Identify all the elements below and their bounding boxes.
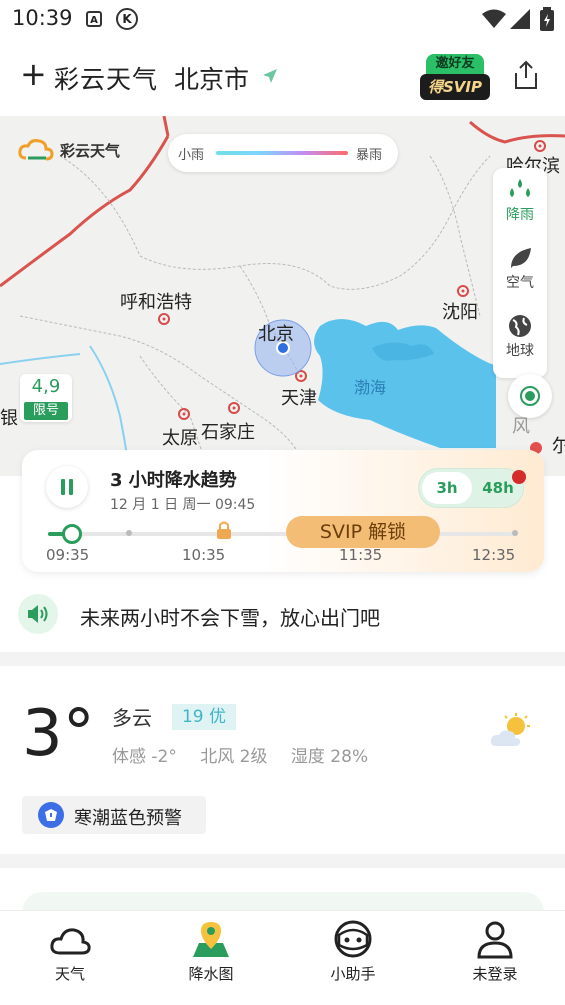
map-label-right-edge: 尔	[552, 436, 565, 457]
range-3h-button[interactable]: 3h	[422, 472, 472, 504]
partly-cloudy-icon	[490, 713, 530, 746]
map-label-shijiazhuang: 石家庄	[201, 422, 255, 443]
layer-air-label: 空气	[506, 275, 534, 291]
wifi-icon	[482, 9, 506, 28]
legend-max-label: 暴雨	[356, 148, 383, 163]
globe-icon	[509, 315, 531, 337]
plate-numbers: 4,9	[31, 376, 61, 397]
signal-icon	[510, 9, 530, 29]
range-toggle: 3h 48h	[418, 468, 524, 508]
tab-weather-label: 天气	[54, 965, 85, 983]
layer-globe-label: 地球	[506, 343, 534, 359]
map-label-bohai: 渤海	[354, 378, 387, 397]
precip-trend-card: 3 小时降水趋势 12 月 1 日 周一 09:45 3h 48h SVIP 解…	[22, 450, 544, 572]
forecast-alert-row[interactable]: 未来两小时不会下雪，放心出门吧	[0, 588, 565, 640]
bottom-tab-bar: 天气 降水图 小助手 未登录	[0, 910, 565, 1005]
precip-legend: 小雨 暴雨	[168, 134, 398, 172]
share-icon[interactable]	[512, 60, 540, 90]
warning-shield-icon	[38, 802, 64, 828]
timeline-tick	[126, 530, 132, 536]
warning-text: 寒潮蓝色预警	[74, 808, 182, 829]
user-icon	[477, 921, 513, 959]
cloud-icon	[50, 928, 91, 955]
tab-login-label: 未登录	[472, 965, 518, 983]
tab-assistant-label: 小助手	[330, 965, 376, 983]
time-label-1: 10:35	[182, 546, 226, 564]
pause-bar-right	[69, 479, 73, 495]
notification-dot	[512, 470, 526, 484]
layer-air[interactable]: 空气	[493, 246, 547, 292]
battery-icon	[540, 7, 554, 31]
speaker-icon-wrap[interactable]	[18, 594, 58, 634]
current-condition: 多云	[112, 706, 152, 730]
notification-k-icon: K	[116, 8, 138, 30]
current-temperature: 3°	[22, 697, 95, 771]
map-label-tianjin: 天津	[281, 388, 317, 409]
map-label-shenyang: 沈阳	[442, 302, 478, 323]
time-label-2: 11:35	[339, 546, 383, 564]
add-city-button[interactable]: +	[20, 58, 47, 90]
tab-precip-map-label: 降水图	[188, 965, 234, 983]
map-label-beijing: 北京	[258, 324, 294, 345]
map-label-yin: 银	[0, 408, 18, 429]
timeline-tick	[512, 530, 518, 536]
app-title: 彩云天气	[54, 65, 159, 94]
notification-a-icon: A	[86, 11, 102, 27]
timeline-knob[interactable]	[62, 524, 82, 544]
time-label-3: 12:35	[472, 546, 516, 564]
location-arrow-icon	[263, 69, 277, 83]
invite-friends-label: 邀好友	[426, 54, 484, 74]
plate-tag: 限号	[24, 402, 68, 420]
layer-rain[interactable]: 降雨	[493, 178, 547, 224]
legend-min-label: 小雨	[178, 148, 205, 163]
city-name[interactable]: 北京市	[174, 60, 249, 96]
invite-svip-button[interactable]: 邀好友 得SVIP	[420, 54, 490, 100]
assistant-icon	[334, 920, 372, 958]
map-pin-icon	[193, 922, 229, 957]
section-divider	[0, 652, 565, 666]
cold-wave-warning[interactable]: 寒潮蓝色预警	[22, 796, 206, 834]
svip-unlock-button[interactable]: SVIP 解锁	[286, 516, 440, 548]
precipitation-map[interactable]: 彩云天气 小雨 暴雨 哈尔滨 呼和浩特 沈阳 北京 天津 渤海 太原 石家庄 银…	[0, 116, 565, 476]
leaf-icon	[511, 248, 531, 268]
lock-icon	[217, 521, 231, 539]
alert-text: 未来两小时不会下雪，放心出门吧	[80, 606, 380, 630]
time-label-0: 09:35	[46, 546, 90, 564]
feels-like: 体感 -2°	[112, 747, 177, 767]
pause-bar-left	[61, 479, 65, 495]
target-icon	[520, 386, 540, 406]
caiyun-logo-icon	[18, 139, 54, 161]
pause-button[interactable]	[46, 466, 88, 508]
map-label-hohhot: 呼和浩特	[120, 292, 192, 313]
rain-drops-icon	[510, 179, 530, 197]
humidity: 湿度 28%	[290, 747, 369, 767]
speaker-icon	[28, 605, 48, 623]
tab-precip-map[interactable]: 降水图	[161, 919, 261, 984]
wind: 北风 2级	[200, 747, 268, 767]
status-bar: 10:39 A K	[0, 0, 565, 40]
plate-restriction-badge[interactable]: 4,9 限号	[20, 374, 72, 422]
map-layer-switcher: 降雨 空气 地球	[493, 168, 547, 378]
legend-gradient-bar	[216, 151, 348, 155]
app-header: + 彩云天气 北京市 邀好友 得SVIP	[0, 40, 565, 116]
precip-card-date: 12 月 1 日 周一 09:45	[110, 497, 256, 513]
status-time: 10:39	[12, 6, 73, 30]
tab-login[interactable]: 未登录	[445, 919, 545, 984]
map-label-taiyuan: 太原	[162, 428, 198, 449]
locate-button[interactable]	[508, 374, 552, 418]
layer-rain-label: 降雨	[506, 207, 534, 223]
section-divider	[0, 854, 565, 868]
get-svip-label: 得SVIP	[420, 74, 490, 100]
map-logo-text: 彩云天气	[60, 142, 121, 160]
tab-assistant[interactable]: 小助手	[303, 919, 403, 984]
tab-weather[interactable]: 天气	[20, 919, 120, 984]
layer-globe[interactable]: 地球	[493, 314, 547, 360]
precip-card-title: 3 小时降水趋势	[110, 470, 237, 491]
aqi-badge[interactable]: 19 优	[172, 704, 236, 730]
weather-details: 体感 -2° 北风 2级 湿度 28%	[112, 742, 386, 767]
timeline-slider[interactable]	[48, 521, 518, 544]
